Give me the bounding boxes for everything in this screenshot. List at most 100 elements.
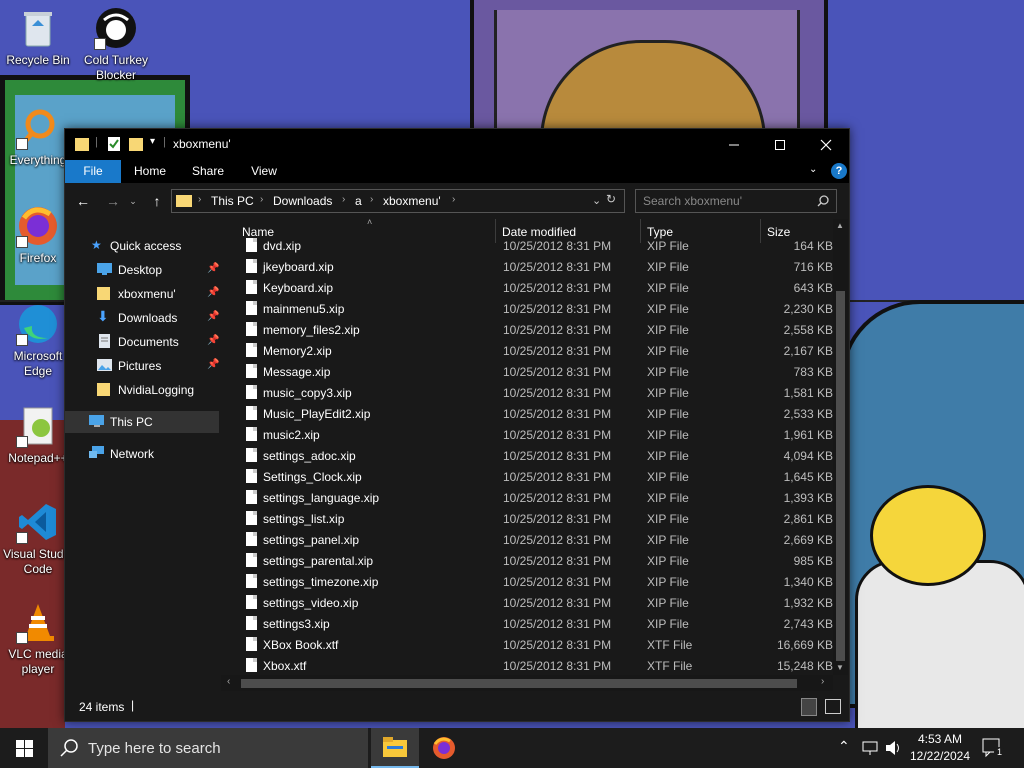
- file-name: settings_parental.xip: [263, 554, 374, 568]
- table-row[interactable]: Settings_Clock.xip 10/25/2012 8:31 PM XIP …: [221, 466, 833, 487]
- file-size: 2,167 KB: [783, 344, 833, 358]
- refresh-icon[interactable]: ↻: [606, 192, 616, 206]
- tab-home[interactable]: Home: [125, 160, 175, 183]
- file-name: dvd.xip: [263, 239, 302, 253]
- nav-item-quick-access[interactable]: ★ Quick access: [65, 235, 219, 257]
- nav-item-network[interactable]: Network: [65, 443, 219, 465]
- horizontal-scroll-thumb[interactable]: [241, 679, 797, 688]
- nav-item-pictures[interactable]: Pictures 📌: [65, 355, 219, 377]
- table-row[interactable]: mainmenu5.xip 10/25/2012 8:31 PM XIP File 2…: [221, 298, 833, 319]
- vlc-cone-icon: [16, 600, 60, 644]
- show-hidden-icons-chevron-icon[interactable]: ⌃: [838, 738, 850, 755]
- expand-ribbon-chevron-icon[interactable]: ⌄: [809, 164, 821, 178]
- table-row[interactable]: settings_list.xip 10/25/2012 8:31 PM XIP F…: [221, 508, 833, 529]
- large-icons-view-icon[interactable]: [825, 699, 841, 714]
- table-row[interactable]: Message.xip 10/25/2012 8:31 PM XIP File 783…: [221, 361, 833, 382]
- file-icon: [246, 238, 257, 252]
- tab-view[interactable]: View: [239, 160, 289, 183]
- desktop-icon-cold-turkey[interactable]: Cold Turkey Blocker: [78, 6, 154, 83]
- notification-count-badge: 1: [994, 747, 1005, 758]
- table-row[interactable]: settings_video.xip 10/25/2012 8:31 PM XIP …: [221, 592, 833, 613]
- scroll-down-arrow-icon[interactable]: ▼: [836, 663, 844, 672]
- file-type: XIP File: [647, 260, 689, 274]
- table-row[interactable]: settings_adoc.xip 10/25/2012 8:31 PM XIP F…: [221, 445, 833, 466]
- nav-item-documents[interactable]: Documents 📌: [65, 331, 219, 353]
- table-row[interactable]: Keyboard.xip 10/25/2012 8:31 PM XIP File 64…: [221, 277, 833, 298]
- nav-item-desktop[interactable]: Desktop 📌: [65, 259, 219, 281]
- notification-center-button[interactable]: 1: [982, 737, 1005, 759]
- start-button[interactable]: [0, 728, 48, 768]
- up-arrow-icon[interactable]: ↑: [147, 192, 167, 210]
- table-row[interactable]: dvd.xip 10/25/2012 8:31 PM XIP File 164 KB: [221, 235, 833, 256]
- title-bar[interactable]: | ▾ | xboxmenu': [65, 129, 849, 160]
- breadcrumb-a[interactable]: a: [355, 194, 362, 208]
- recent-locations-chevron-icon[interactable]: ⌄: [123, 192, 143, 210]
- table-row[interactable]: music_copy3.xip 10/25/2012 8:31 PM XIP Fil…: [221, 382, 833, 403]
- details-view-icon[interactable]: [801, 698, 817, 716]
- taskbar-firefox[interactable]: [420, 728, 468, 768]
- properties-icon[interactable]: [107, 136, 121, 152]
- minimize-button[interactable]: [711, 129, 757, 160]
- help-icon[interactable]: ?: [831, 163, 847, 179]
- close-button[interactable]: [803, 129, 849, 160]
- maximize-button[interactable]: [757, 129, 803, 160]
- window-title: xboxmenu': [173, 137, 231, 151]
- table-row[interactable]: settings_timezone.xip 10/25/2012 8:31 PM X…: [221, 571, 833, 592]
- table-row[interactable]: Memory2.xip 10/25/2012 8:31 PM XIP File 2,1…: [221, 340, 833, 361]
- scroll-right-arrow-icon[interactable]: ›: [821, 676, 824, 687]
- table-row[interactable]: memory_files2.xip 10/25/2012 8:31 PM XIP F…: [221, 319, 833, 340]
- table-row[interactable]: settings3.xip 10/25/2012 8:31 PM XIP File 2…: [221, 613, 833, 634]
- breadcrumb-downloads[interactable]: Downloads: [273, 194, 332, 208]
- address-bar[interactable]: › This PC › Downloads › a › xboxmenu' › …: [171, 189, 625, 213]
- file-size: 1,645 KB: [783, 470, 833, 484]
- breadcrumb-xboxmenu[interactable]: xboxmenu': [383, 194, 441, 208]
- table-row[interactable]: Music_PlayEdit2.xip 10/25/2012 8:31 PM XIP…: [221, 403, 833, 424]
- file-icon: [246, 259, 257, 273]
- system-clock[interactable]: 4:53 AM 12/22/2024: [905, 731, 975, 765]
- back-arrow-icon[interactable]: ←: [73, 192, 93, 210]
- horizontal-scrollbar[interactable]: ‹ ›: [221, 675, 833, 691]
- taskbar-search-input[interactable]: Type here to search: [88, 740, 221, 757]
- forward-arrow-icon[interactable]: →: [103, 192, 123, 210]
- taskbar-search-box[interactable]: Type here to search: [48, 728, 368, 768]
- customize-toolbar-icon[interactable]: ▾: [150, 136, 155, 152]
- tab-share[interactable]: Share: [183, 160, 233, 183]
- breadcrumb-this-pc[interactable]: This PC: [211, 194, 254, 208]
- close-icon: [820, 139, 832, 150]
- taskbar-file-explorer[interactable]: [371, 728, 419, 768]
- network-status-icon[interactable]: [862, 740, 880, 756]
- vertical-scrollbar[interactable]: ▲ ▼: [833, 219, 848, 675]
- file-type: XIP File: [647, 617, 689, 631]
- nav-item-nvidialogging[interactable]: NvidiaLogging: [65, 379, 219, 401]
- table-row[interactable]: settings_parental.xip 10/25/2012 8:31 PM X…: [221, 550, 833, 571]
- status-bar: 24 items |: [65, 691, 849, 721]
- pin-icon: 📌: [207, 287, 220, 298]
- search-box[interactable]: Search xboxmenu': [635, 189, 837, 213]
- file-size: 164 KB: [793, 239, 833, 253]
- new-folder-icon[interactable]: [129, 136, 143, 152]
- table-row[interactable]: settings_panel.xip 10/25/2012 8:31 PM XIP …: [221, 529, 833, 550]
- table-row[interactable]: Xbox.xtf 10/25/2012 8:31 PM XTF File 15,248…: [221, 655, 833, 676]
- item-count: 24 items: [79, 700, 125, 714]
- table-row[interactable]: settings_language.xip 10/25/2012 8:31 PM X…: [221, 487, 833, 508]
- tab-file[interactable]: File: [65, 160, 121, 183]
- search-input[interactable]: Search xboxmenu': [643, 194, 742, 208]
- volume-icon[interactable]: [885, 740, 903, 756]
- nav-item-downloads[interactable]: ⬇ Downloads 📌: [65, 307, 219, 329]
- nav-item-xboxmenu[interactable]: xboxmenu' 📌: [65, 283, 219, 305]
- scroll-left-arrow-icon[interactable]: ‹: [227, 676, 230, 687]
- file-type: XIP File: [647, 470, 689, 484]
- scroll-up-arrow-icon[interactable]: ▲: [836, 221, 844, 230]
- table-row[interactable]: jkeyboard.xip 10/25/2012 8:31 PM XIP File 7…: [221, 256, 833, 277]
- maximize-icon: [775, 139, 785, 150]
- vertical-scroll-thumb[interactable]: [836, 291, 845, 661]
- file-icon: [246, 301, 257, 315]
- desktop-icon-recycle-bin[interactable]: Recycle Bin: [0, 6, 76, 68]
- file-date: 10/25/2012 8:31 PM: [503, 302, 612, 316]
- file-type: XIP File: [647, 281, 689, 295]
- address-dropdown-chevron-icon[interactable]: ⌄: [592, 194, 601, 207]
- nav-item-this-pc[interactable]: This PC: [65, 411, 219, 433]
- recycle-bin-icon: [16, 6, 60, 50]
- table-row[interactable]: XBox Book.xtf 10/25/2012 8:31 PM XTF File 1…: [221, 634, 833, 655]
- table-row[interactable]: music2.xip 10/25/2012 8:31 PM XIP File 1,96…: [221, 424, 833, 445]
